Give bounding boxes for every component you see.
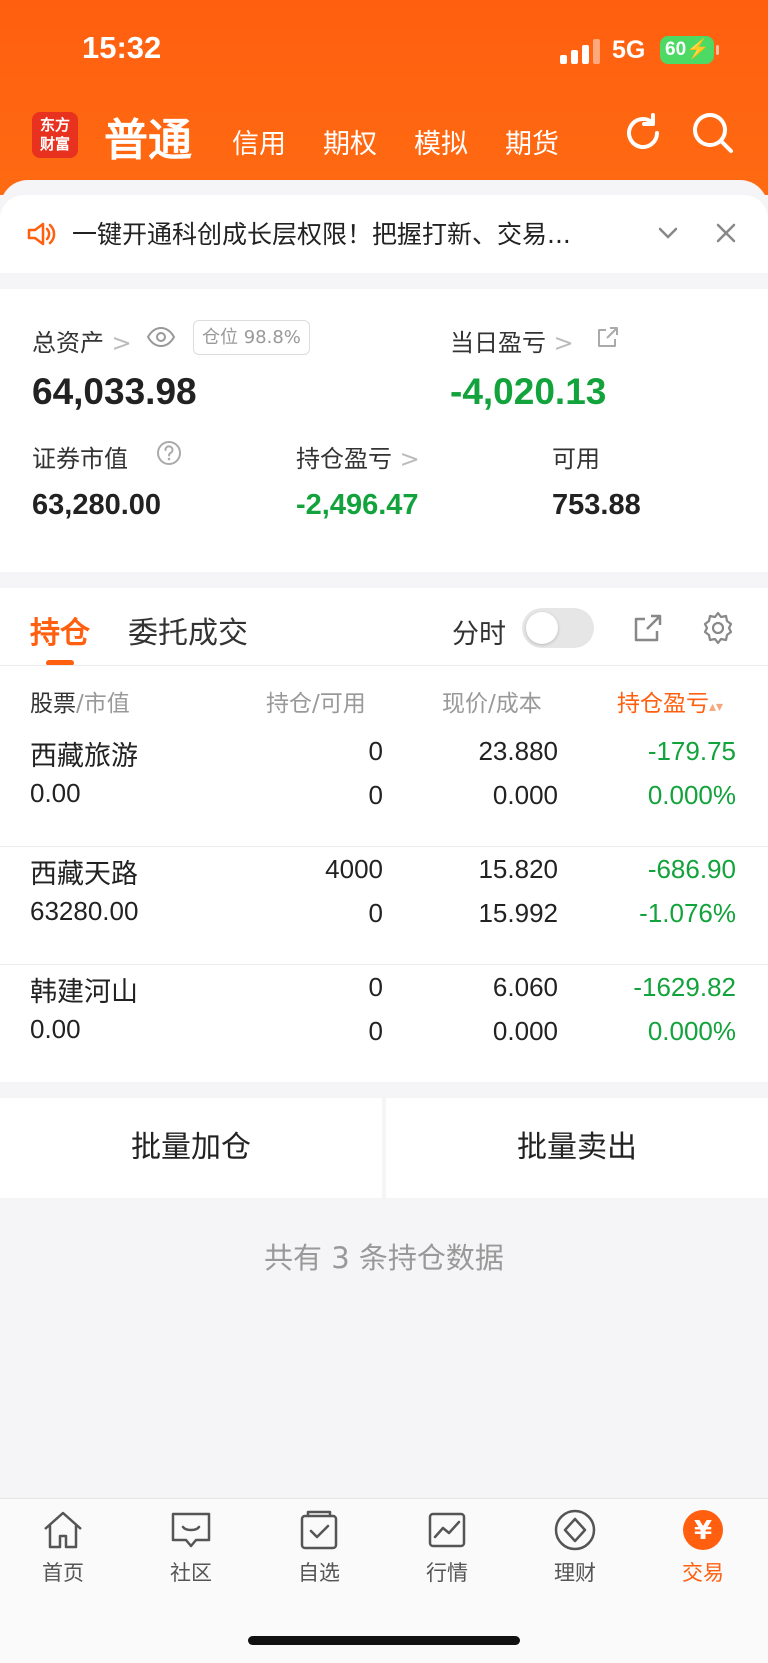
header-holding-pl[interactable]: 持仓盈亏▴▾ bbox=[617, 684, 723, 718]
tab-credit[interactable]: 信用 bbox=[232, 122, 286, 161]
tabbar-home[interactable]: 首页 bbox=[13, 1509, 113, 1587]
banner-text: 一键开通科创成长层权限！把握打新、交易... bbox=[72, 220, 571, 249]
chevron-down-icon[interactable] bbox=[656, 221, 680, 245]
battery-icon: 60⚡ bbox=[660, 36, 719, 64]
header-stock: 股票/市值 bbox=[30, 691, 130, 717]
trade-icon: ¥ bbox=[683, 1510, 723, 1550]
tab-simulation[interactable]: 模拟 bbox=[414, 122, 468, 161]
holding-pl-label[interactable]: 持仓盈亏 > bbox=[296, 439, 420, 474]
svg-text:¥: ¥ bbox=[694, 1516, 712, 1546]
holding-pl-value: -2,496.47 bbox=[296, 489, 419, 521]
tabbar-community[interactable]: 社区 bbox=[141, 1509, 241, 1587]
available-label: 可用 bbox=[552, 445, 600, 473]
batch-actions: 批量加仓 批量卖出 bbox=[0, 1098, 768, 1198]
total-assets-label[interactable]: 总资产 > bbox=[32, 323, 132, 358]
market-value: 63,280.00 bbox=[32, 489, 162, 521]
status-bar: 15:32 5G 60⚡ bbox=[0, 0, 768, 100]
table-row[interactable]: 西藏天路 63280.00 4000 0 15.820 15.992 -686.… bbox=[0, 852, 768, 970]
share-icon[interactable] bbox=[596, 325, 620, 349]
batch-sell-button[interactable]: 批量卖出 bbox=[386, 1098, 768, 1198]
tabbar-trade[interactable]: ¥ 交易 bbox=[653, 1509, 753, 1587]
chart-icon bbox=[428, 1512, 466, 1548]
timeshare-toggle[interactable] bbox=[522, 608, 594, 648]
daily-pl-value: -4,020.13 bbox=[450, 371, 607, 412]
home-indicator bbox=[248, 1636, 520, 1645]
daily-pl-label[interactable]: 当日盈亏 > bbox=[450, 323, 574, 358]
position-ratio-badge: 仓位 98.8% bbox=[193, 320, 310, 355]
tab-orders-trades[interactable]: 委托成交 bbox=[128, 608, 248, 652]
promo-banner[interactable]: 一键开通科创成长层权限！把握打新、交易... bbox=[0, 195, 768, 273]
tabbar-market[interactable]: 行情 bbox=[397, 1509, 497, 1587]
table-row[interactable]: 韩建河山 0.00 0 0 6.060 0.000 -1629.82 0.000… bbox=[0, 970, 768, 1088]
search-icon[interactable] bbox=[690, 110, 736, 156]
timeshare-label: 分时 bbox=[452, 619, 506, 650]
close-icon[interactable] bbox=[714, 221, 738, 245]
brand-logo: 东方 财富 bbox=[32, 112, 78, 158]
tabbar-wealth[interactable]: 理财 bbox=[525, 1509, 625, 1587]
header-holding: 持仓/可用 bbox=[266, 691, 366, 717]
tab-normal[interactable]: 普通 bbox=[104, 104, 192, 168]
signal-icon bbox=[560, 38, 602, 64]
account-type-tabs: 东方 财富 普通 信用 期权 模拟 期货 bbox=[0, 100, 768, 180]
total-assets-value: 64,033.98 bbox=[32, 371, 197, 412]
watchlist-icon bbox=[300, 1510, 338, 1550]
tab-futures[interactable]: 期货 bbox=[505, 122, 559, 161]
positions-panel: 持仓 委托成交 分时 股票/市值 持仓/可用 现价/成本 持仓盈亏▴▾ 西藏旅游… bbox=[0, 588, 768, 1082]
batch-add-button[interactable]: 批量加仓 bbox=[0, 1098, 382, 1198]
home-icon bbox=[44, 1511, 82, 1549]
header-price: 现价/成本 bbox=[442, 691, 542, 717]
network-type: 5G bbox=[612, 36, 646, 64]
tab-holdings[interactable]: 持仓 bbox=[30, 608, 90, 652]
asset-summary: 总资产 > 仓位 98.8% 64,033.98 当日盈亏 > -4,020.1… bbox=[0, 289, 768, 572]
available-value: 753.88 bbox=[552, 489, 641, 521]
tabbar-watchlist[interactable]: 自选 bbox=[269, 1509, 369, 1587]
tab-options[interactable]: 期权 bbox=[323, 122, 377, 161]
status-time: 15:32 bbox=[82, 30, 162, 65]
diamond-icon bbox=[554, 1509, 596, 1551]
export-icon[interactable] bbox=[632, 612, 664, 644]
refresh-icon[interactable] bbox=[620, 110, 666, 156]
holdings-count: 共有 3 条持仓数据 bbox=[264, 1241, 504, 1275]
table-row[interactable]: 西藏旅游 0.00 0 0 23.880 0.000 -179.75 0.000… bbox=[0, 734, 768, 852]
chat-icon bbox=[171, 1512, 211, 1548]
gear-icon[interactable] bbox=[700, 610, 736, 646]
app-header: 15:32 5G 60⚡ 东方 财富 普通 信用 期权 模拟 期货 bbox=[0, 0, 768, 195]
market-value-label: 证券市值 bbox=[32, 445, 128, 473]
speaker-icon bbox=[27, 222, 56, 246]
eye-icon[interactable] bbox=[146, 325, 176, 349]
help-icon[interactable] bbox=[156, 440, 182, 466]
